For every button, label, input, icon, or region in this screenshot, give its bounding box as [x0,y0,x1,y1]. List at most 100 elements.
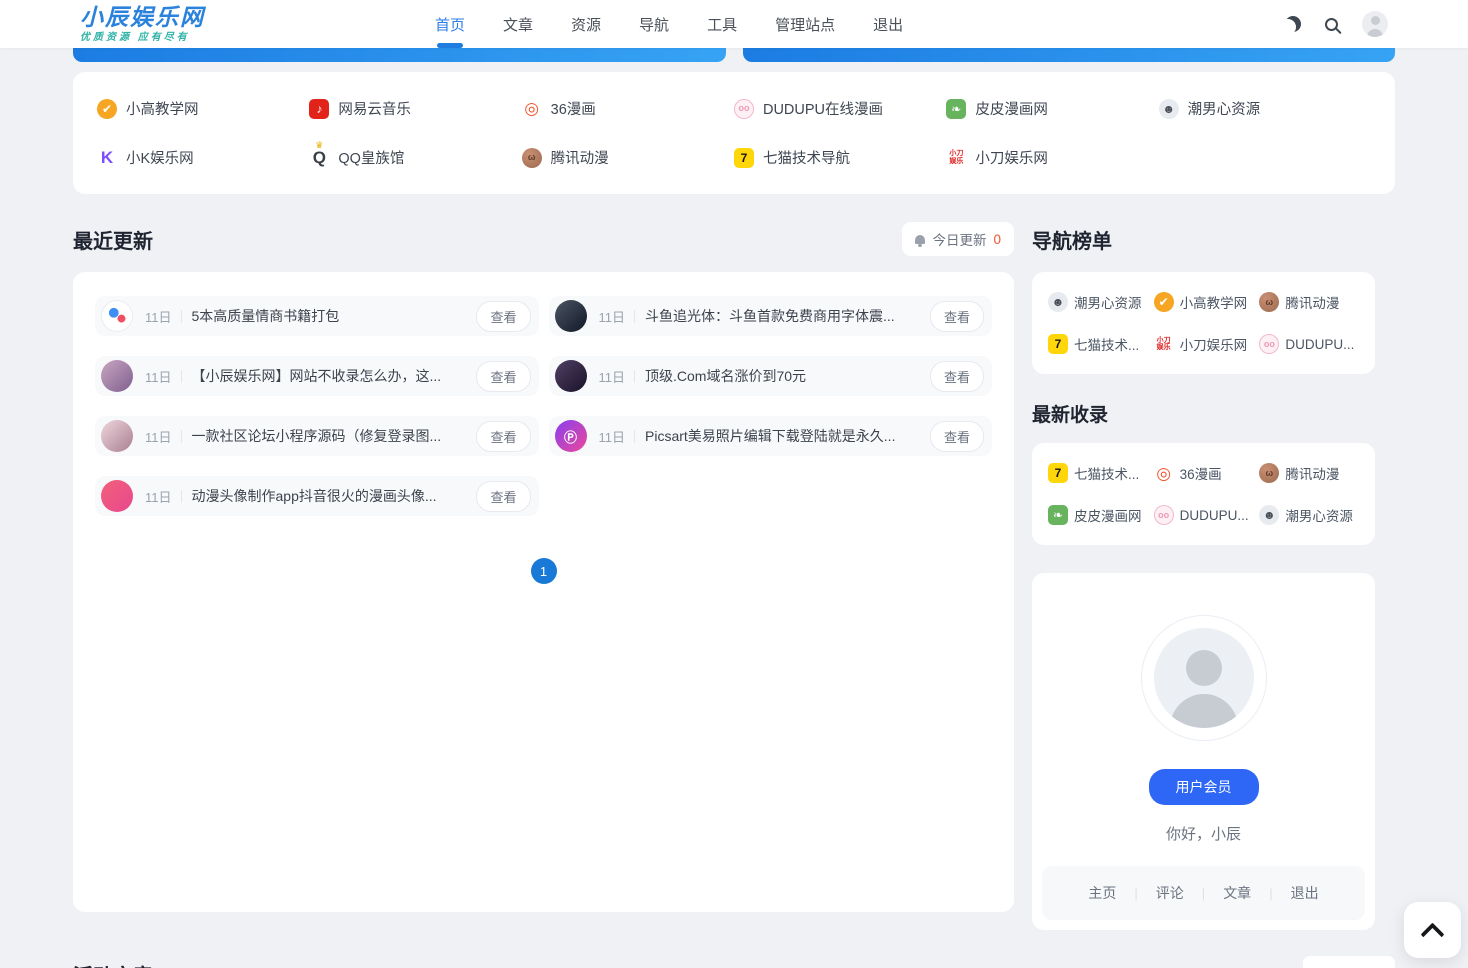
list-item[interactable]: 11日顶级.Com域名涨价到70元查看 [549,356,993,396]
side-link[interactable]: ☻ 潮男心资源 [1048,292,1148,312]
badge-count: 0 [993,232,1001,247]
xiaogao-icon: ✔ [1154,292,1174,312]
logo-tagline: 优质资源 应有尽有 [80,28,380,43]
list-item[interactable]: 11日 动漫头像制作app抖音很火的漫画头像... 查看 [95,476,539,516]
quick-link[interactable]: 7 七猫技术导航 [734,147,946,168]
nav-item[interactable]: 工具 [707,0,737,48]
user-link[interactable]: 文章 [1205,883,1269,903]
chaonanxin-icon: ☻ [1259,505,1279,525]
item-title: 一款社区论坛小程序源码（修复登录图... [192,426,467,446]
user-link[interactable]: 评论 [1138,883,1202,903]
banner-left[interactable] [73,48,726,62]
item-avatar [101,420,133,452]
side-link[interactable]: ω腾讯动漫 [1259,463,1359,483]
user-link[interactable]: 主页 [1070,883,1134,903]
view-button[interactable]: 查看 [476,361,530,392]
item-title: 动漫头像制作app抖音很火的漫画头像... [192,486,467,506]
nav-item[interactable]: 文章 [503,0,533,48]
item-avatar [101,300,133,332]
chaonanxin-icon: ☻ [1159,99,1179,119]
quick-link[interactable]: ooDUDUPU在线漫画 [734,98,946,119]
nav-item[interactable]: 管理站点 [775,0,835,48]
side-link[interactable]: ω 腾讯动漫 [1259,292,1359,312]
view-button[interactable]: 查看 [930,361,984,392]
quick-link-label: DUDUPU在线漫画 [763,98,883,119]
side-link-label: 潮男心资源 [1074,292,1142,312]
item-title: 斗鱼追光体：斗鱼首款免费商用字体震... [645,306,920,326]
side-link[interactable]: ❧皮皮漫画网 [1048,505,1148,525]
side-link-label: 小刀娱乐网 [1180,334,1248,354]
user-footer-links: 主页|评论|文章|退出 [1042,866,1365,920]
view-button[interactable]: 查看 [476,301,530,332]
chevron-up-icon [1420,922,1444,946]
view-button[interactable]: 查看 [930,421,984,452]
today-update-badge[interactable]: 今日更新 0 [902,222,1014,256]
pipi-icon: ❧ [1048,505,1068,525]
quick-link-label: 小刀娱乐网 [975,147,1048,168]
quick-link-label: QQ皇族馆 [338,147,404,168]
quick-link[interactable]: 小刀娱乐小刀娱乐网 [946,147,1158,168]
view-button[interactable]: 查看 [930,301,984,332]
quick-link[interactable]: ❧皮皮漫画网 [946,98,1158,119]
back-to-top-button[interactable] [1404,902,1461,958]
item-date: 11日 [145,307,172,326]
quick-link[interactable]: ♪网易云音乐 [309,98,521,119]
side-link-label: 七猫技术... [1074,463,1139,483]
qimao-icon: 7 [734,148,754,168]
nav-item[interactable]: 首页 [435,0,465,48]
dark-mode-icon[interactable] [1285,16,1301,32]
profile-avatar[interactable] [1141,615,1267,741]
user-avatar-icon[interactable] [1362,11,1388,37]
site-logo[interactable]: 小辰娱乐网 优质资源 应有尽有 [80,6,380,43]
tencent-icon: ω [1259,292,1279,312]
item-date: 11日 [145,487,172,506]
list-item[interactable]: 11日【小辰娱乐网】网站不收录怎么办，这...查看 [95,356,539,396]
member-button[interactable]: 用户会员 [1149,769,1259,805]
side-link[interactable]: 小刀娱乐小刀娱乐网 [1154,334,1254,354]
quick-link-label: 七猫技术导航 [763,147,850,168]
list-item[interactable]: 11日一款社区论坛小程序源码（修复登录图...查看 [95,416,539,456]
recent-list: 11日5本高质量情商书籍打包查看11日斗鱼追光体：斗鱼首款免费商用字体震...查… [95,296,992,516]
side-link[interactable]: 7七猫技术... [1048,334,1148,354]
page-1-button[interactable]: 1 [531,558,557,584]
side-link-label: 七猫技术... [1074,334,1139,354]
top-navbar: 小辰娱乐网 优质资源 应有尽有 首页文章资源导航工具管理站点退出 [0,0,1468,48]
side-link[interactable]: ☻潮男心资源 [1259,505,1359,525]
quick-link[interactable]: ☻潮男心资源 [1159,98,1371,119]
side-link[interactable]: ooDUDUPU... [1154,505,1254,525]
view-more-button[interactable]: 查看更多 › [1303,956,1395,968]
banner-right[interactable] [743,48,1396,62]
quick-link[interactable]: K 小K娱乐网 [97,147,309,168]
xiaok-icon: K [97,148,117,168]
side-link-label: DUDUPU... [1285,337,1354,352]
side-link[interactable]: ◎36漫画 [1154,463,1254,483]
view-button[interactable]: 查看 [476,421,530,452]
quick-link-label: 小K娱乐网 [126,147,194,168]
list-item[interactable]: 11日5本高质量情商书籍打包查看 [95,296,539,336]
search-icon[interactable] [1325,18,1338,31]
list-item[interactable]: Ⓟ11日Picsart美易照片编辑下载登陆就是永久...查看 [549,416,993,456]
nav-ranking-title: 导航榜单 [1032,231,1112,253]
nav-item[interactable]: 导航 [639,0,669,48]
user-link[interactable]: 退出 [1273,883,1337,903]
list-item[interactable]: 11日斗鱼追光体：斗鱼首款免费商用字体震...查看 [549,296,993,336]
view-more-label: 查看更多 [1316,964,1370,968]
quick-link[interactable]: ✔小高教学网 [97,98,309,119]
latest-included-card: 7七猫技术... ◎36漫画ω腾讯动漫 ❧皮皮漫画网 ooDUDUPU...☻潮男心资… [1032,443,1375,545]
nav-item[interactable]: 资源 [571,0,601,48]
side-link[interactable]: 7七猫技术... [1048,463,1148,483]
nav-item[interactable]: 退出 [873,0,903,48]
chaonanxin-icon: ☻ [1048,292,1068,312]
side-link[interactable]: ✔小高教学网 [1154,292,1254,312]
quick-link-label: 小高教学网 [126,98,199,119]
quick-link[interactable]: ω腾讯动漫 [522,147,734,168]
quick-link[interactable]: Q♛QQ皇族馆 [309,147,521,168]
divider [181,490,182,503]
side-link-label: 腾讯动漫 [1285,463,1339,483]
side-link-label: 腾讯动漫 [1285,292,1339,312]
quick-link[interactable]: ◎36漫画 [522,98,734,119]
item-date: 11日 [599,427,626,446]
item-avatar: Ⓟ [555,420,587,452]
view-button[interactable]: 查看 [476,481,530,512]
side-link[interactable]: ooDUDUPU... [1259,334,1359,354]
